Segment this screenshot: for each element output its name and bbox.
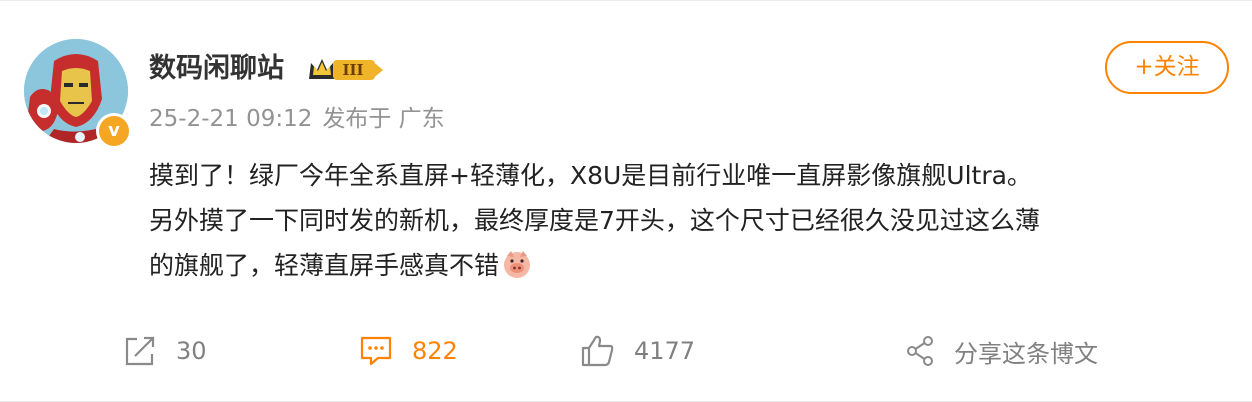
crown-level-badge-icon[interactable]: III <box>305 53 385 85</box>
content-line: 摸到了！绿厂今年全系直屏+轻薄化，X8U是目前行业唯一直屏影像旗舰Ultra。 <box>149 161 1032 190</box>
comment-button[interactable]: 822 <box>358 326 458 376</box>
author-name[interactable]: 数码闲聊站 <box>149 49 284 89</box>
share-button[interactable]: 分享这条博文 <box>906 326 1098 376</box>
verified-icon: v <box>99 116 129 146</box>
weibo-post-card: v 数码闲聊站 III 25-2-21 09:12 发布于 广东 +关注 摸到了！… <box>0 0 1252 402</box>
comment-icon <box>360 336 392 366</box>
pig-face-emoji-icon <box>504 251 531 278</box>
like-button[interactable]: 4177 <box>580 326 695 376</box>
post-time[interactable]: 25-2-21 09:12 <box>149 106 312 132</box>
action-bar: 30 822 4177 分享这条博文 <box>0 326 1252 376</box>
share-label: 分享这条博文 <box>954 339 1098 368</box>
content-line-text: 的旗舰了，轻薄直屏手感真不错 <box>149 251 500 280</box>
post-content: 摸到了！绿厂今年全系直屏+轻薄化，X8U是目前行业唯一直屏影像旗舰Ultra。 … <box>149 153 1229 288</box>
content-line: 另外摸了一下同时发的新机，最终厚度是7开头，这个尺寸已经很久没见过这么薄 <box>149 206 1040 235</box>
badge-level-text: III <box>342 61 363 79</box>
repost-icon <box>125 336 155 366</box>
comment-count: 822 <box>412 337 458 365</box>
follow-button[interactable]: +关注 <box>1105 41 1229 94</box>
thumbs-up-icon <box>581 335 614 367</box>
share-icon <box>907 336 933 366</box>
repost-button[interactable]: 30 <box>122 326 207 376</box>
repost-count: 30 <box>176 337 207 365</box>
post-meta: 25-2-21 09:12 发布于 广东 <box>149 103 455 135</box>
content-line: 的旗舰了，轻薄直屏手感真不错 <box>149 243 1229 288</box>
post-location: 发布于 广东 <box>322 106 445 132</box>
like-count: 4177 <box>634 337 696 365</box>
verified-badge: v <box>96 113 132 149</box>
